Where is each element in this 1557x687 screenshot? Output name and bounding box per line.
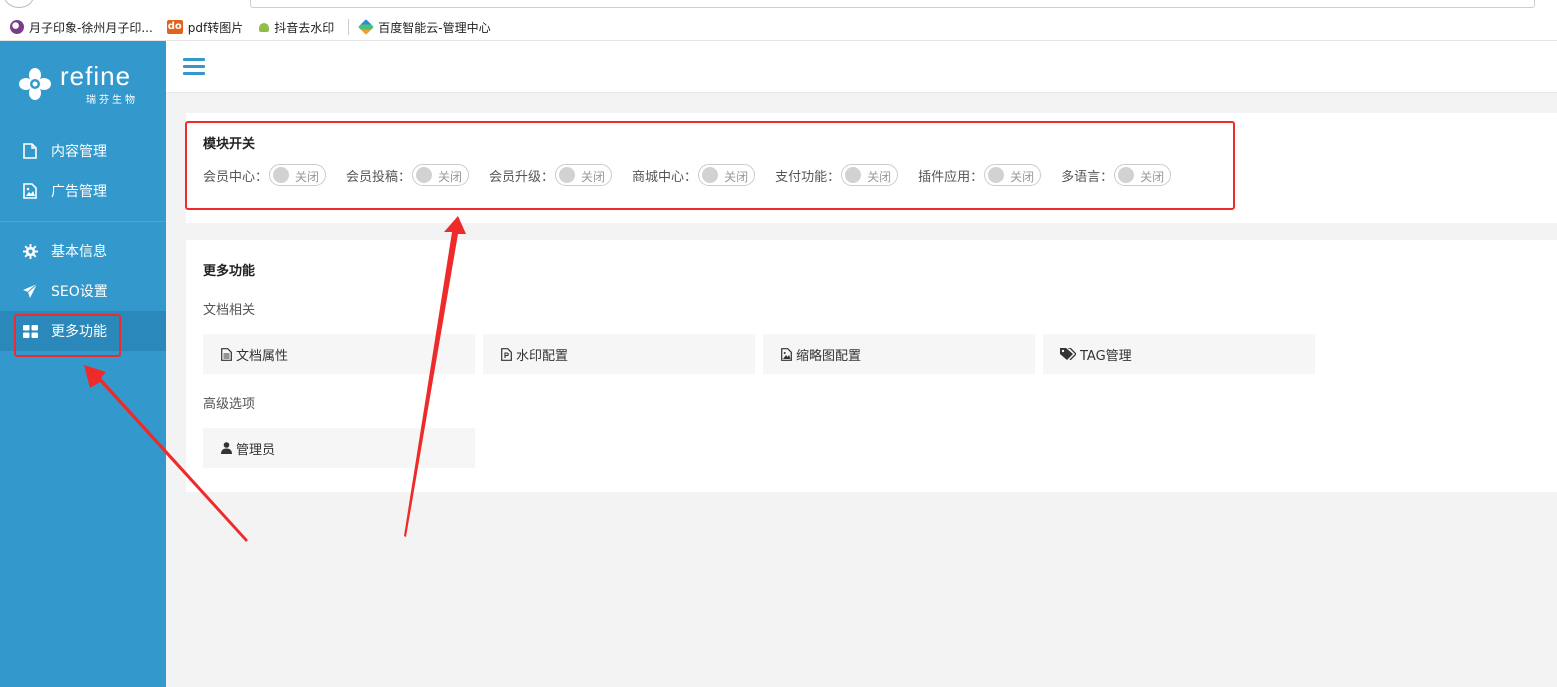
sidebar-item-ads[interactable]: 广告管理 <box>0 171 166 211</box>
doc-attributes-button[interactable]: 文档属性 <box>203 334 475 374</box>
thumbnail-config-button[interactable]: 缩略图配置 <box>763 334 1035 374</box>
tags-icon <box>1059 347 1077 361</box>
baidu-cloud-icon <box>358 19 375 35</box>
bookmark-label: 抖音去水印 <box>274 20 335 35</box>
sidebar-item-label: 内容管理 <box>51 144 107 160</box>
watermark-config-button[interactable]: 水印配置 <box>483 334 755 374</box>
bookmark-separator <box>348 19 350 35</box>
sidebar-item-label: 基本信息 <box>51 244 107 260</box>
sidebar: refine 瑞芬生物 内容管理 广告管理 基本信息 SEO设置 更多功能 <box>0 41 166 687</box>
bookmark-label: 百度智能云-管理中心 <box>378 20 491 35</box>
gear-icon <box>22 243 38 259</box>
paper-plane-icon <box>22 283 38 299</box>
button-label: 缩略图配置 <box>796 348 862 364</box>
annotation-box-modules <box>185 121 1235 210</box>
sidebar-divider <box>0 221 166 222</box>
button-label: TAG管理 <box>1080 348 1132 364</box>
button-label: 文档属性 <box>236 348 289 364</box>
sidebar-item-label: SEO设置 <box>51 284 108 300</box>
file-icon <box>22 143 38 159</box>
sidebar-item-label: 广告管理 <box>51 184 107 200</box>
do-icon: do <box>166 20 183 34</box>
admin-button[interactable]: 管理员 <box>203 428 475 468</box>
nav-group-content: 内容管理 广告管理 <box>0 131 166 211</box>
sidebar-item-basic-info[interactable]: 基本信息 <box>0 231 166 271</box>
button-label: 管理员 <box>236 442 276 458</box>
bookmark-yuezi[interactable]: 月子印象-徐州月子印... <box>10 19 153 36</box>
section-label-docs: 文档相关 <box>203 303 256 318</box>
address-bar[interactable] <box>250 0 1535 8</box>
file-text-icon <box>219 347 233 361</box>
bookmark-pdf[interactable]: do pdf转图片 <box>166 19 244 36</box>
bookmark-label: 月子印象-徐州月子印... <box>29 20 153 35</box>
logo-text: refine <box>60 61 132 91</box>
bookmarks-bar: 月子印象-徐州月子印... do pdf转图片 抖音去水印 百度智能云-管理中心 <box>0 16 505 38</box>
browser-button[interactable] <box>4 0 34 8</box>
image-icon <box>779 347 793 361</box>
image-icon <box>22 183 38 199</box>
hamburger-icon[interactable] <box>183 58 205 76</box>
logo[interactable]: refine 瑞芬生物 <box>18 61 148 106</box>
annotation-box-more <box>14 314 121 357</box>
user-icon <box>219 441 233 455</box>
tag-manage-button[interactable]: TAG管理 <box>1043 334 1315 374</box>
top-header <box>166 41 1557 93</box>
logo-subtitle: 瑞芬生物 <box>86 95 138 106</box>
sidebar-item-seo[interactable]: SEO设置 <box>0 271 166 311</box>
android-icon <box>259 22 270 32</box>
panel-title: 更多功能 <box>203 264 256 279</box>
button-label: 水印配置 <box>516 348 569 364</box>
file-p-icon <box>499 347 513 361</box>
yuezi-logo-icon <box>10 20 24 34</box>
bookmark-douyin[interactable]: 抖音去水印 <box>257 19 334 36</box>
more-functions-panel: 更多功能 文档相关 文档属性 水印配置 缩略图配置 TAG管理 高级选项 管理员 <box>186 240 1557 492</box>
bookmark-baidu[interactable]: 百度智能云-管理中心 <box>358 19 491 36</box>
section-label-advanced: 高级选项 <box>203 397 256 412</box>
flower-logo-icon <box>19 68 51 100</box>
sidebar-item-content[interactable]: 内容管理 <box>0 131 166 171</box>
browser-toolbar: 月子印象-徐州月子印... do pdf转图片 抖音去水印 百度智能云-管理中心 <box>0 0 1557 41</box>
bookmark-label: pdf转图片 <box>187 20 244 35</box>
